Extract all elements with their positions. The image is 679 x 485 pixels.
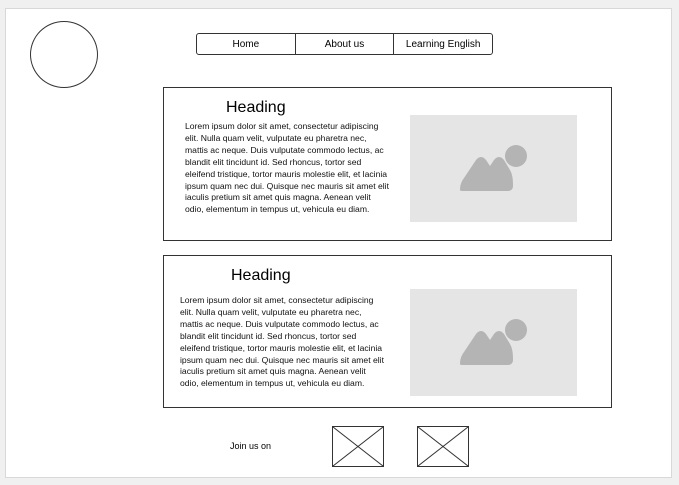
image-icon — [460, 319, 527, 365]
card-heading: Heading — [226, 99, 286, 116]
nav-item-learning-english[interactable]: Learning English — [394, 34, 492, 54]
nav-bar: Home About us Learning English — [196, 33, 493, 55]
wireframe-page: Home About us Learning English Heading L… — [5, 8, 672, 478]
social-link-1[interactable] — [332, 426, 384, 467]
x-placeholder-icon — [333, 427, 383, 466]
image-placeholder — [410, 115, 577, 222]
content-card-2: Heading Lorem ipsum dolor sit amet, cons… — [163, 255, 612, 408]
social-link-2[interactable] — [417, 426, 469, 467]
card-heading: Heading — [231, 267, 291, 284]
join-us-label: Join us on — [230, 441, 272, 451]
image-icon — [460, 145, 527, 191]
content-card-1: Heading Lorem ipsum dolor sit amet, cons… — [163, 87, 612, 241]
x-placeholder-icon — [418, 427, 468, 466]
image-placeholder — [410, 289, 577, 396]
card-body-text: Lorem ipsum dolor sit amet, consectetur … — [185, 121, 389, 215]
nav-item-home[interactable]: Home — [197, 34, 296, 54]
logo-placeholder[interactable] — [30, 21, 98, 88]
nav-item-about-us[interactable]: About us — [296, 34, 395, 54]
card-body-text: Lorem ipsum dolor sit amet, consectetur … — [180, 295, 384, 389]
